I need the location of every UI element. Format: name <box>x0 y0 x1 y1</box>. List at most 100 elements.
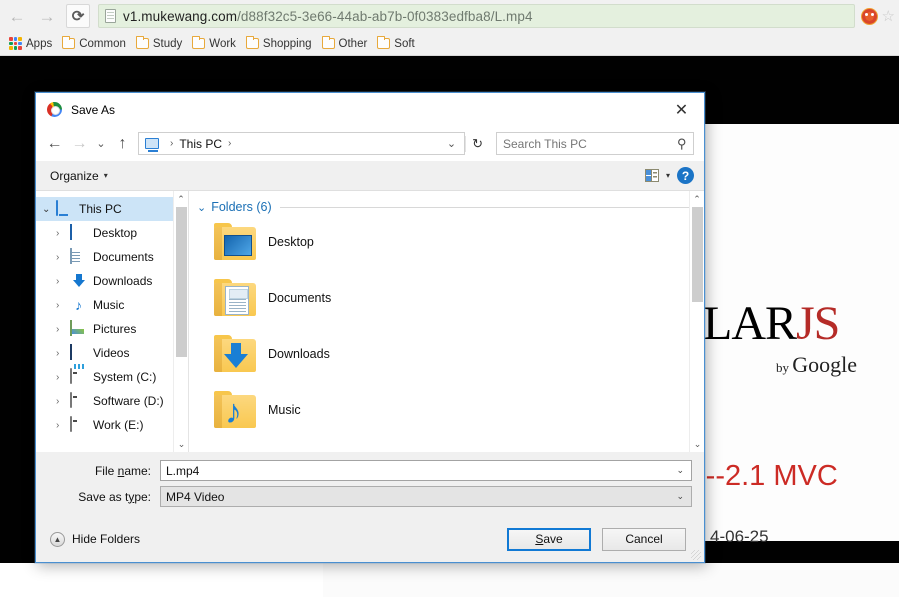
chevron-down-icon[interactable]: ⌄ <box>676 465 689 476</box>
search-input[interactable]: Search This PC ⚲ <box>496 132 694 155</box>
list-item-label: Music <box>268 403 301 417</box>
sidebar-item-videos[interactable]: › Videos <box>36 341 188 365</box>
close-icon[interactable]: ✕ <box>659 93 704 126</box>
view-layout-icon[interactable] <box>644 169 659 182</box>
bookmark-label: Shopping <box>262 37 312 50</box>
browser-toolbar: ← → ⟳ v1.mukewang.com/d88f32c5-3e66-44ab… <box>0 0 899 32</box>
bookmark-shopping[interactable]: Shopping <box>242 36 318 52</box>
resize-grip[interactable] <box>691 550 701 560</box>
scrollbar-thumb[interactable] <box>176 207 187 357</box>
nav-back-icon[interactable]: ← <box>42 131 67 157</box>
scrollbar-thumb[interactable] <box>692 207 703 302</box>
sidebar-item-work-e[interactable]: › Work (E:) <box>36 413 188 437</box>
sidebar-item-label: Desktop <box>93 226 138 240</box>
bookmark-other[interactable]: Other <box>318 36 374 52</box>
organize-button[interactable]: Organize ▾ <box>50 169 108 183</box>
sidebar-scrollbar[interactable]: ⌃ ⌄ <box>173 191 188 452</box>
scroll-down-icon[interactable]: ⌄ <box>174 436 188 452</box>
sidebar-item-label: Music <box>93 298 125 312</box>
group-divider <box>279 206 692 208</box>
chevron-right-icon[interactable]: › <box>56 396 70 407</box>
scroll-up-icon[interactable]: ⌃ <box>174 191 188 207</box>
bookmark-apps-label: Apps <box>26 37 53 50</box>
extension-icon[interactable] <box>860 7 878 25</box>
sidebar-item-this-pc[interactable]: ⌄ This PC <box>36 197 188 221</box>
back-arrow-icon[interactable]: ← <box>4 3 30 29</box>
angularjs-logo: LARJS <box>703 300 899 348</box>
help-button[interactable]: ? <box>677 167 694 184</box>
sidebar-item-label: Work (E:) <box>93 418 144 432</box>
sidebar-item-label: This PC <box>79 202 122 216</box>
address-breadcrumb-bar[interactable]: › This PC › ⌄ <box>138 132 466 155</box>
bookmark-apps[interactable]: Apps <box>5 35 58 52</box>
bookmark-star-icon[interactable]: ☆ <box>882 7 895 25</box>
system-drive-icon <box>70 368 88 385</box>
list-item[interactable]: Downloads <box>189 326 704 382</box>
chevron-right-icon[interactable]: › <box>56 228 70 239</box>
sidebar-item-label: Documents <box>93 250 154 264</box>
sidebar-item-desktop[interactable]: › Desktop <box>36 221 188 245</box>
folders-group-header[interactable]: ⌄ Folders (6) <box>189 191 704 214</box>
list-item[interactable]: Documents <box>189 270 704 326</box>
sidebar-item-music[interactable]: › ♪ Music <box>36 293 188 317</box>
page-info-icon[interactable] <box>105 9 116 23</box>
sidebar-item-software-d[interactable]: › Software (D:) <box>36 389 188 413</box>
filetype-select[interactable]: MP4 Video ⌄ <box>160 486 692 507</box>
sidebar-item-system-c[interactable]: › System (C:) <box>36 365 188 389</box>
bookmark-work[interactable]: Work <box>188 36 242 52</box>
this-pc-icon <box>56 200 74 217</box>
chevron-down-icon[interactable]: ⌄ <box>676 491 689 502</box>
scroll-up-icon[interactable]: ⌃ <box>690 191 704 207</box>
breadcrumb-right: ⌄ <box>442 137 461 150</box>
byline-prefix: by <box>776 360 789 375</box>
dialog-title: Save As <box>71 102 116 117</box>
dialog-footer: ▲ Hide Folders Save Cancel <box>36 516 704 562</box>
filename-input[interactable]: L.mp4 ⌄ <box>160 460 692 481</box>
folder-documents-icon <box>212 278 258 318</box>
url-host: v1.mukewang.com <box>123 8 238 24</box>
list-item[interactable]: ♪ Music <box>189 382 704 438</box>
drive-icon <box>70 416 88 433</box>
bookmark-soft[interactable]: Soft <box>373 36 420 52</box>
breadcrumb[interactable]: This PC <box>179 137 222 151</box>
address-bar-url: v1.mukewang.com/d88f32c5-3e66-44ab-ab7b-… <box>123 9 533 24</box>
chevron-right-icon[interactable]: › <box>56 324 70 335</box>
chevron-right-icon[interactable]: › <box>56 420 70 431</box>
folder-downloads-icon <box>212 334 258 374</box>
bookmark-study[interactable]: Study <box>132 36 188 52</box>
documents-icon <box>70 248 88 265</box>
chevron-down-icon[interactable]: ⌄ <box>197 201 206 214</box>
cancel-button[interactable]: Cancel <box>602 527 686 551</box>
breadcrumb-separator-2[interactable]: › <box>228 138 231 149</box>
dialog-title-bar[interactable]: Save As ✕ <box>36 93 704 126</box>
hide-folders-button[interactable]: ▲ Hide Folders <box>50 531 140 547</box>
file-list-scrollbar[interactable]: ⌃ ⌄ <box>689 191 704 452</box>
bookmark-common[interactable]: Common <box>58 36 132 52</box>
chevron-right-icon[interactable]: › <box>56 252 70 263</box>
nav-recent-locations-icon[interactable]: ⌄ <box>92 131 110 157</box>
scroll-down-icon[interactable]: ⌄ <box>690 436 704 452</box>
forward-arrow-icon[interactable]: → <box>34 3 60 29</box>
folder-desktop-icon <box>212 222 258 262</box>
chevron-right-icon[interactable]: › <box>56 276 70 287</box>
reload-icon[interactable]: ⟳ <box>66 4 90 28</box>
list-item[interactable]: Desktop <box>189 214 704 270</box>
chevron-down-icon[interactable]: ⌄ <box>442 137 461 150</box>
nav-up-icon[interactable]: ↑ <box>110 131 135 157</box>
filename-label: File name: <box>94 463 151 478</box>
chevron-right-icon[interactable]: › <box>56 348 70 359</box>
refresh-icon[interactable]: ↻ <box>465 135 489 152</box>
address-bar[interactable]: v1.mukewang.com/d88f32c5-3e66-44ab-ab7b-… <box>98 4 855 28</box>
sidebar-item-downloads[interactable]: › Downloads <box>36 269 188 293</box>
sidebar-item-documents[interactable]: › Documents <box>36 245 188 269</box>
chevron-down-icon[interactable]: ⌄ <box>42 204 56 215</box>
magnifier-icon[interactable]: ⚲ <box>677 136 687 152</box>
sidebar-item-label: Videos <box>93 346 130 360</box>
chevron-right-icon[interactable]: › <box>56 300 70 311</box>
mvc-heading: ---2.1 MVC <box>696 460 838 492</box>
filename-value: L.mp4 <box>166 463 200 478</box>
view-chevron-down-icon[interactable]: ▾ <box>666 171 670 180</box>
sidebar-item-pictures[interactable]: › Pictures <box>36 317 188 341</box>
save-button[interactable]: Save <box>507 527 591 551</box>
chevron-right-icon[interactable]: › <box>56 372 70 383</box>
